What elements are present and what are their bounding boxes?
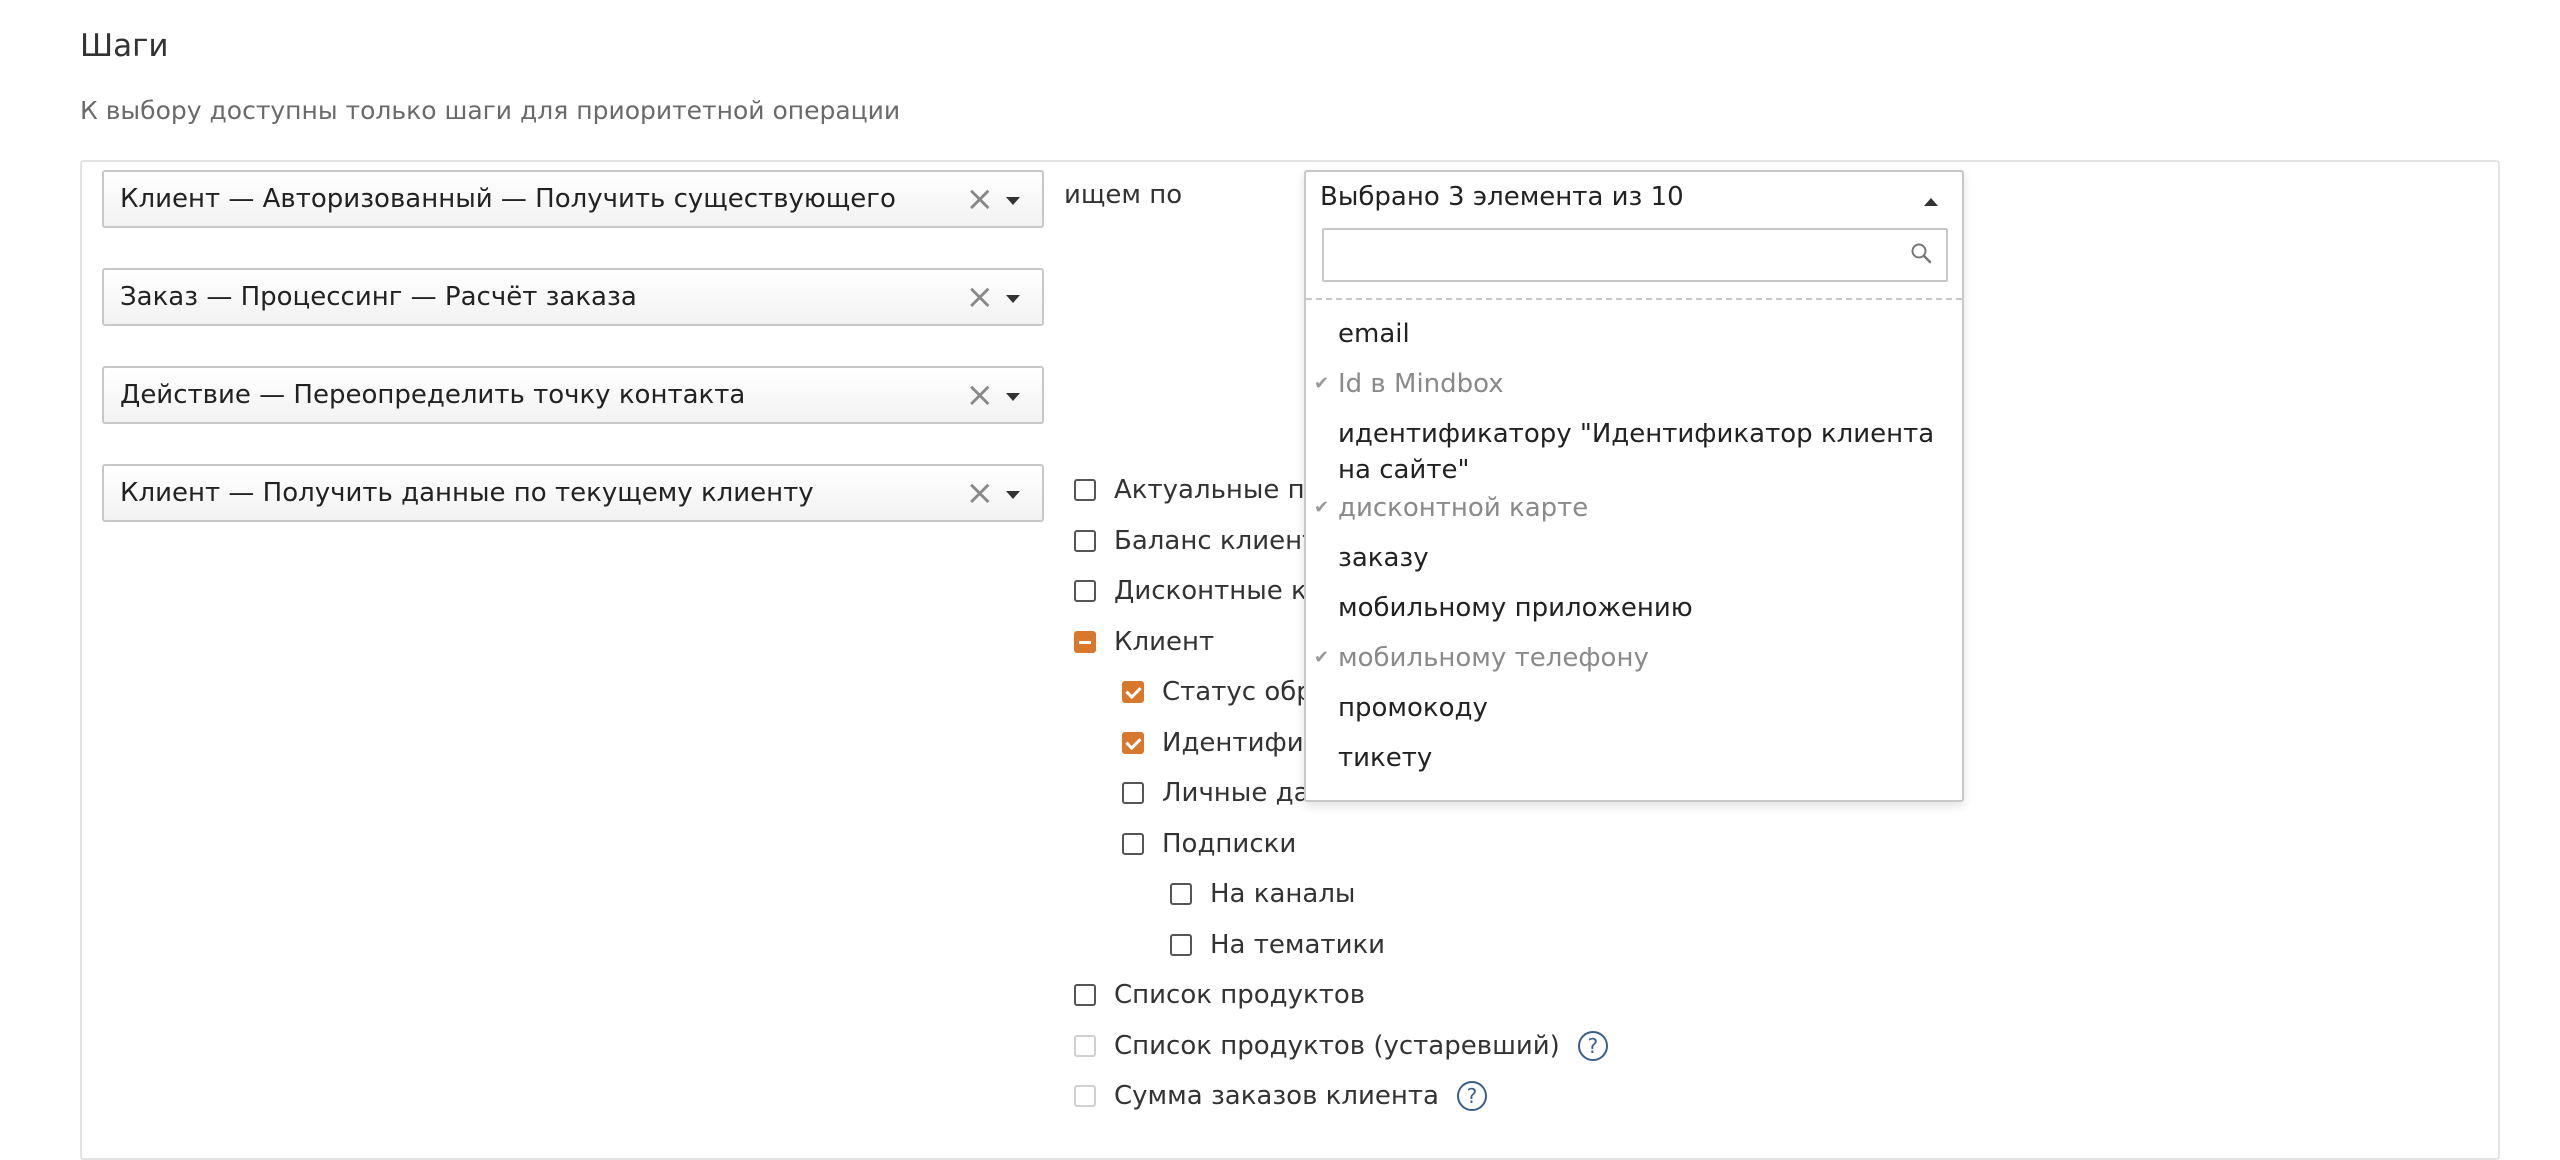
multiselect-option-label: мобильному телефону bbox=[1338, 643, 1649, 673]
step-select-2[interactable]: Заказ — Процессинг — Расчёт заказа × bbox=[102, 268, 1044, 326]
tree-item-checkbox[interactable] bbox=[1122, 782, 1144, 804]
multiselect-option[interactable]: ✔ Id в Mindbox bbox=[1314, 366, 1938, 402]
multiselect-option-label: дисконтной карте bbox=[1338, 493, 1589, 523]
multiselect-option-label: Id в Mindbox bbox=[1338, 369, 1504, 399]
step-select-2-label: Заказ — Процессинг — Расчёт заказа bbox=[120, 282, 637, 312]
help-icon[interactable]: ? bbox=[1577, 1031, 1608, 1061]
tree-item-checkbox[interactable] bbox=[1170, 934, 1192, 956]
clear-icon[interactable]: × bbox=[966, 280, 995, 314]
tree-item[interactable]: На каналы bbox=[1170, 876, 1355, 912]
multiselect-option[interactable]: заказу bbox=[1338, 540, 1938, 576]
check-icon: ✔ bbox=[1314, 647, 1330, 668]
tree-item-checkbox[interactable] bbox=[1074, 984, 1096, 1006]
multiselect-divider bbox=[1306, 298, 1962, 300]
tree-item: Список продуктов (устаревший)? bbox=[1074, 1028, 1608, 1064]
tree-item-checkbox[interactable] bbox=[1122, 833, 1144, 855]
tree-item[interactable]: Актуальные пер bbox=[1074, 472, 1337, 508]
tree-item-label: Клиент bbox=[1114, 627, 1215, 657]
tree-item-checkbox[interactable] bbox=[1122, 732, 1144, 754]
tree-item[interactable]: Статус обра bbox=[1122, 674, 1329, 710]
step-select-1[interactable]: Клиент — Авторизованный — Получить сущес… bbox=[102, 170, 1044, 228]
step-select-4-label: Клиент — Получить данные по текущему кли… bbox=[120, 478, 814, 508]
tree-item-label: Сумма заказов клиента bbox=[1114, 1081, 1439, 1111]
multiselect-option[interactable]: мобильному приложению bbox=[1338, 590, 1938, 626]
step-select-4[interactable]: Клиент — Получить данные по текущему кли… bbox=[102, 464, 1044, 522]
tree-item[interactable]: Баланс клиента bbox=[1074, 523, 1333, 559]
tree-item-label: Личные дан bbox=[1162, 778, 1327, 808]
multiselect-search-input[interactable] bbox=[1322, 228, 1948, 282]
chevron-down-icon[interactable] bbox=[1006, 491, 1020, 499]
tree-item-label: На каналы bbox=[1210, 879, 1356, 909]
tree-item-label: Список продуктов bbox=[1114, 980, 1366, 1010]
multiselect-option-label: идентификатору "Идентификатор клиента на… bbox=[1338, 419, 1935, 485]
tree-item-checkbox bbox=[1074, 1035, 1096, 1057]
check-icon: ✔ bbox=[1314, 373, 1330, 394]
tree-item[interactable]: Клиент bbox=[1074, 624, 1214, 660]
chevron-down-icon[interactable] bbox=[1006, 295, 1020, 303]
tree-item-label: На тематики bbox=[1210, 930, 1386, 960]
chevron-down-icon[interactable] bbox=[1006, 393, 1020, 401]
multiselect-option-label: тикету bbox=[1338, 743, 1433, 773]
multiselect-option[interactable]: email bbox=[1338, 316, 1938, 352]
tree-item[interactable]: Дисконтные кар bbox=[1074, 573, 1339, 609]
step-select-3-label: Действие — Переопределить точку контакта bbox=[120, 380, 746, 410]
clear-icon[interactable]: × bbox=[966, 476, 995, 510]
multiselect-summary[interactable]: Выбрано 3 элемента из 10 bbox=[1320, 182, 1684, 212]
check-icon: ✔ bbox=[1314, 497, 1330, 518]
tree-item-checkbox[interactable] bbox=[1074, 479, 1096, 501]
tree-item-label: Список продуктов (устаревший) bbox=[1114, 1031, 1560, 1061]
search-by-multiselect[interactable]: Выбрано 3 элемента из 10 email ✔ Id в Mind… bbox=[1304, 170, 1964, 802]
tree-item-checkbox bbox=[1074, 1085, 1096, 1107]
page-subtitle: К выбору доступны только шаги для приори… bbox=[80, 96, 901, 125]
tree-item-label: Баланс клиента bbox=[1114, 526, 1334, 556]
tree-item-checkbox[interactable] bbox=[1122, 681, 1144, 703]
tree-item-checkbox[interactable] bbox=[1074, 580, 1096, 602]
tree-item[interactable]: Список продуктов bbox=[1074, 977, 1365, 1013]
tree-item[interactable]: Подписки bbox=[1122, 826, 1296, 862]
multiselect-option[interactable]: ✔ мобильному телефону bbox=[1314, 640, 1938, 676]
tree-item: Сумма заказов клиента? bbox=[1074, 1078, 1487, 1114]
tree-item-label: Подписки bbox=[1162, 829, 1297, 859]
chevron-up-icon[interactable] bbox=[1924, 198, 1938, 206]
tree-item-checkbox[interactable] bbox=[1074, 631, 1096, 653]
tree-item[interactable]: На тематики bbox=[1170, 927, 1385, 963]
multiselect-option-label: мобильному приложению bbox=[1338, 593, 1693, 623]
multiselect-option-label: email bbox=[1338, 319, 1410, 349]
help-icon[interactable]: ? bbox=[1456, 1081, 1487, 1111]
tree-item-checkbox[interactable] bbox=[1170, 883, 1192, 905]
search-icon bbox=[1911, 243, 1932, 264]
step-select-1-label: Клиент — Авторизованный — Получить сущес… bbox=[120, 184, 896, 214]
multiselect-option-label: заказу bbox=[1338, 543, 1429, 573]
multiselect-option[interactable]: тикету bbox=[1338, 740, 1938, 776]
multiselect-option[interactable]: ✔ дисконтной карте bbox=[1314, 490, 1938, 526]
chevron-down-icon[interactable] bbox=[1006, 197, 1020, 205]
clear-icon[interactable]: × bbox=[966, 182, 995, 216]
search-by-label: ищем по bbox=[1064, 180, 1183, 210]
step-select-3[interactable]: Действие — Переопределить точку контакта… bbox=[102, 366, 1044, 424]
multiselect-option[interactable]: промокоду bbox=[1338, 690, 1938, 726]
multiselect-option[interactable]: идентификатору "Идентификатор клиента на… bbox=[1338, 416, 1938, 488]
tree-item[interactable]: Личные дан bbox=[1122, 775, 1327, 811]
tree-item-checkbox[interactable] bbox=[1074, 530, 1096, 552]
clear-icon[interactable]: × bbox=[966, 378, 995, 412]
page-title: Шаги bbox=[80, 28, 169, 64]
multiselect-option-label: промокоду bbox=[1338, 693, 1488, 723]
